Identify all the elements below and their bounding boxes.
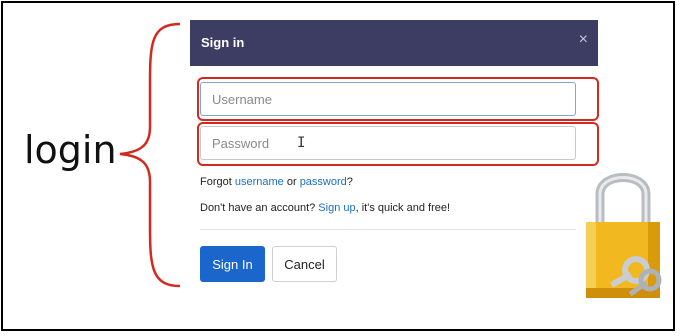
- sign-in-button[interactable]: Sign In: [200, 246, 265, 282]
- sign-up-link[interactable]: Sign up: [318, 202, 355, 214]
- curly-brace-icon: [119, 22, 181, 288]
- dialog-divider: [200, 229, 576, 230]
- padlock-with-keys-icon: [586, 173, 662, 298]
- cancel-button[interactable]: Cancel: [272, 246, 337, 282]
- forgot-middle-text: or: [283, 176, 300, 188]
- username-highlight-box: [197, 77, 599, 121]
- signup-suffix-text: , it's quick and free!: [355, 202, 451, 214]
- password-highlight-box: [197, 122, 599, 166]
- close-icon[interactable]: ×: [579, 31, 588, 49]
- text-cursor-icon: I: [297, 135, 306, 151]
- login-annotation-label: login: [24, 128, 117, 172]
- dialog-title: Sign in: [201, 35, 245, 50]
- signup-prompt-line: Don't have an account? Sign up, it's qui…: [200, 202, 450, 214]
- forgot-credentials-line: Forgot username or password?: [200, 176, 353, 188]
- forgot-suffix-text: ?: [346, 176, 353, 188]
- signup-prefix-text: Don't have an account?: [200, 202, 319, 214]
- forgot-prefix-text: Forgot: [200, 176, 235, 188]
- dialog-header: Sign in ×: [190, 20, 598, 66]
- forgot-password-link[interactable]: password: [300, 176, 347, 188]
- forgot-username-link[interactable]: username: [235, 176, 284, 188]
